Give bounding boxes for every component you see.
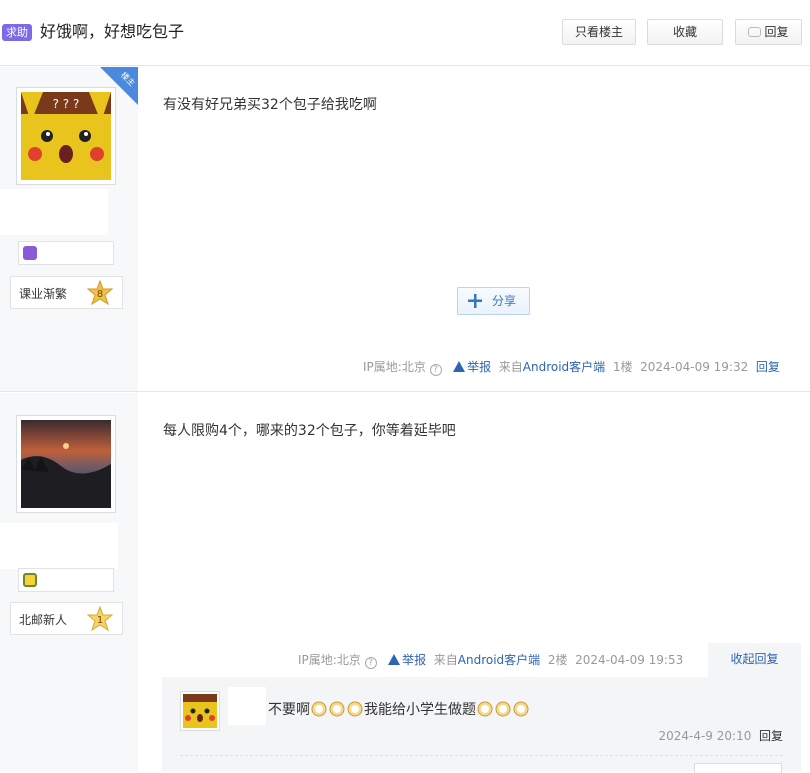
author-sidebar: ? ? ? 课业渐繁 8 xyxy=(0,67,138,391)
ip-location: IP属地:北京 xyxy=(363,360,426,374)
author-sidebar: 北邮新人 1 xyxy=(0,393,138,771)
badge-icon xyxy=(23,246,37,260)
thread-title: 好饿啊，好想吃包子 xyxy=(40,22,185,41)
post-time: 2024-04-09 19:32 xyxy=(640,360,749,374)
collapse-replies-button[interactable]: 收起回复 xyxy=(708,643,801,677)
username-area xyxy=(0,189,108,235)
level-star-icon: 8 xyxy=(87,280,113,306)
comment-icon xyxy=(748,27,762,37)
level-name: 课业渐繁 xyxy=(19,287,68,301)
emoji-icon xyxy=(347,701,363,717)
thread-header: 求助 好饿啊，好想吃包子 只看楼主 收藏 回复 xyxy=(0,0,810,66)
level-star-icon: 1 xyxy=(87,606,113,632)
from-prefix: 来自 xyxy=(433,653,458,667)
client-link[interactable]: Android客户端 xyxy=(523,360,605,374)
reply-button-label: 回复 xyxy=(764,25,789,39)
reply-button[interactable]: 回复 xyxy=(735,19,802,45)
report-link[interactable]: 举报 xyxy=(402,653,426,667)
sub-reply-panel: 不要啊 我能给小学生做题 2024-4-9 20:10 回复 xyxy=(162,677,801,773)
sub-reply-meta: 2024-4-9 20:10 回复 xyxy=(658,727,783,744)
username-area xyxy=(0,523,118,569)
post-meta: IP属地:北京 ? 举报 来自Android客户端 2楼 2024-04-09 … xyxy=(298,652,683,669)
post-content: 每人限购4个，哪来的32个包子，你等着延毕吧 xyxy=(163,423,456,439)
level-badge[interactable]: 北邮新人 1 xyxy=(10,602,123,635)
post-meta: IP属地:北京 ? 举报 来自Android客户端 1楼 2024-04-09 … xyxy=(363,359,780,376)
pikachu-avatar-image: ? ? ? xyxy=(21,92,111,180)
avatar[interactable] xyxy=(16,415,116,513)
emoji-icon xyxy=(311,701,327,717)
owner-corner-badge: 楼主 xyxy=(100,67,138,105)
post-time: 2024-04-09 19:53 xyxy=(575,653,684,667)
favorite-button[interactable]: 收藏 xyxy=(647,19,723,45)
emoji-icon xyxy=(513,701,529,717)
svg-text:? ? ?: ? ? ? xyxy=(53,97,80,111)
sub-reply-text-b: 我能给小学生做题 xyxy=(364,702,476,718)
sunset-avatar-image xyxy=(21,420,111,508)
pikachu-avatar-image xyxy=(183,694,217,728)
post-reply-link[interactable]: 回复 xyxy=(756,360,780,374)
sub-reply-text: 不要啊 我能给小学生做题 xyxy=(268,699,530,720)
level-number: 8 xyxy=(97,289,103,300)
floor-number: 1楼 xyxy=(612,360,633,374)
sub-reply-reply-link[interactable]: 回复 xyxy=(759,729,783,743)
post-floor-2: 北邮新人 1 每人限购4个，哪来的32个包子，你等着延毕吧 IP属地:北京 ? … xyxy=(0,393,810,773)
emoji-icon xyxy=(477,701,493,717)
member-badge[interactable] xyxy=(18,241,114,265)
share-button[interactable]: 分享 xyxy=(457,287,530,315)
ip-location: IP属地:北京 xyxy=(298,653,361,667)
level-name: 北邮新人 xyxy=(19,613,68,627)
info-icon[interactable]: ? xyxy=(429,364,442,376)
emoji-icon xyxy=(495,701,511,717)
post-content: 有没有好兄弟买32个包子给我吃啊 xyxy=(163,97,377,113)
level-badge[interactable]: 课业渐繁 8 xyxy=(10,276,123,309)
warning-icon xyxy=(453,361,466,372)
plus-icon xyxy=(468,294,482,308)
sub-reply-avatar[interactable] xyxy=(180,691,220,731)
info-icon[interactable]: ? xyxy=(364,657,377,669)
emoji-icon xyxy=(329,701,345,717)
share-label: 分享 xyxy=(492,294,517,308)
member-badge[interactable] xyxy=(18,568,114,592)
client-link[interactable]: Android客户端 xyxy=(458,653,540,667)
floor-number: 2楼 xyxy=(547,653,568,667)
level-number: 1 xyxy=(97,615,103,626)
more-replies-tab[interactable] xyxy=(694,763,782,773)
warning-icon xyxy=(388,654,401,665)
divider xyxy=(180,755,783,756)
report-link[interactable]: 举报 xyxy=(467,360,491,374)
sub-reply-username xyxy=(228,687,266,725)
only-owner-button[interactable]: 只看楼主 xyxy=(562,19,636,45)
sub-reply-time: 2024-4-9 20:10 xyxy=(658,729,752,743)
from-prefix: 来自 xyxy=(498,360,523,374)
help-tag: 求助 xyxy=(2,24,32,41)
sub-reply-text-a: 不要啊 xyxy=(268,702,310,718)
badge-icon xyxy=(23,573,37,587)
post-floor-1: ? ? ? 课业渐繁 8 楼主 有没有好兄弟买32个包子给我吃啊 分享 IP属地… xyxy=(0,67,810,392)
